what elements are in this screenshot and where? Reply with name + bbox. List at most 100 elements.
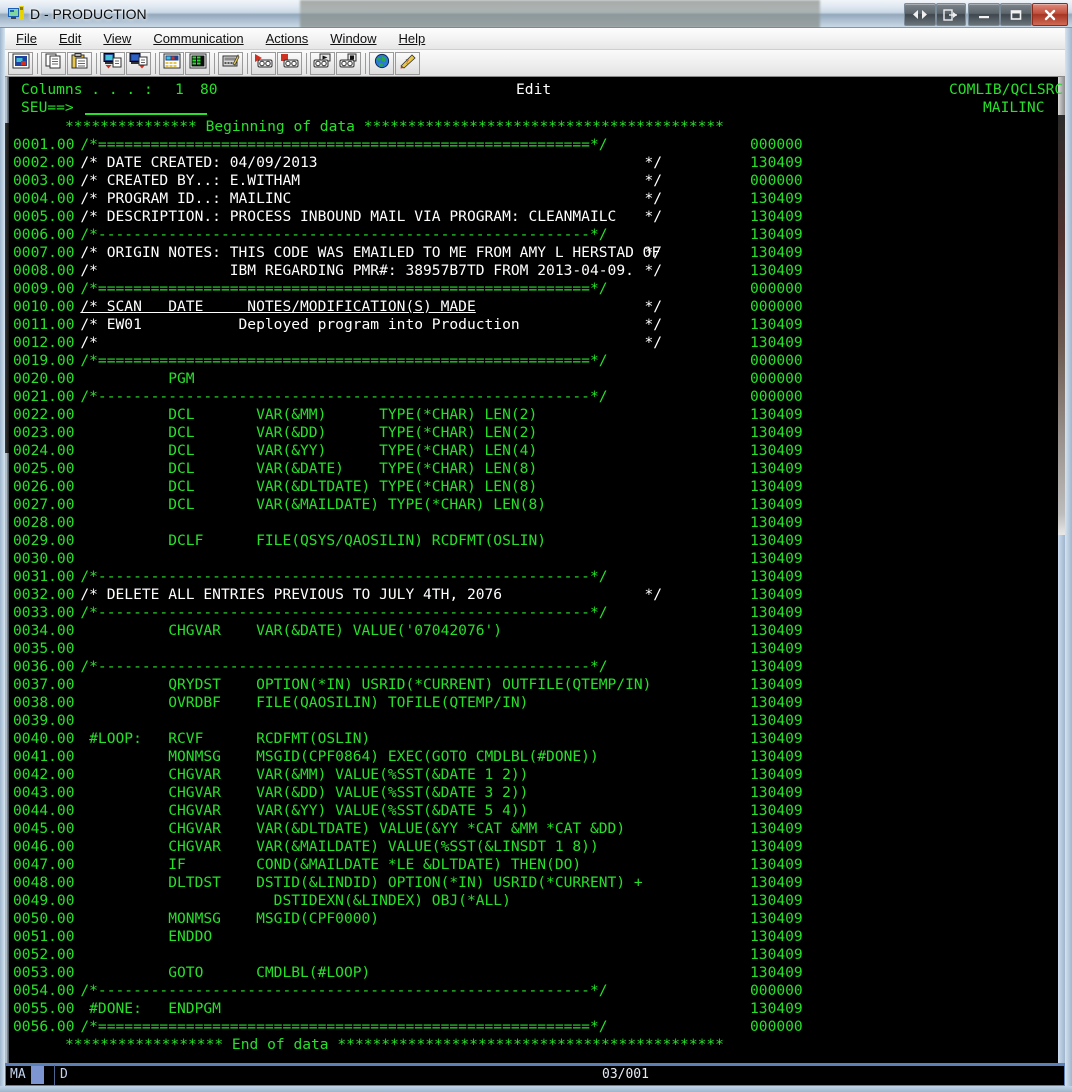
source-line-number[interactable]: 0008.00 <box>13 262 75 280</box>
source-line-number[interactable]: 0042.00 <box>13 766 75 784</box>
receive-file-button[interactable] <box>126 51 151 75</box>
source-line-text[interactable]: /* PROGRAM ID..: MAILINC <box>80 190 291 208</box>
source-line-text[interactable]: /* SCAN DATE NOTES/MODIFICATION(S) MADE <box>80 298 475 316</box>
source-line-text[interactable]: DCLF FILE(QSYS/QAOSILIN) RCDFMT(OSLIN) <box>80 532 546 550</box>
scrollbar-track-lower[interactable] <box>1058 535 1065 1079</box>
menu-communication[interactable]: Communication <box>143 29 253 48</box>
source-line-number[interactable]: 0052.00 <box>13 946 75 964</box>
restore-size-button[interactable] <box>904 3 936 26</box>
source-line-text[interactable]: QRYDST OPTION(*IN) USRID(*CURRENT) OUTFI… <box>80 676 651 694</box>
source-line-text[interactable]: /*======================================… <box>80 136 607 154</box>
source-line-number[interactable]: 0055.00 <box>13 1000 75 1018</box>
source-line-number[interactable]: 0011.00 <box>13 316 75 334</box>
menu-help[interactable]: Help <box>389 29 436 48</box>
source-line-text[interactable]: /* DATE CREATED: 04/09/2013 <box>80 154 317 172</box>
source-line-text[interactable]: ENDDO <box>80 928 212 946</box>
source-line-number[interactable]: 0038.00 <box>13 694 75 712</box>
source-line-number[interactable]: 0043.00 <box>13 784 75 802</box>
source-line-text[interactable]: /*--------------------------------------… <box>80 226 607 244</box>
source-line-text[interactable]: /*--------------------------------------… <box>80 982 607 1000</box>
source-line-number[interactable]: 0029.00 <box>13 532 75 550</box>
source-line-text[interactable]: CHGVAR VAR(&DATE) VALUE('07042076') <box>80 622 502 640</box>
source-line-number[interactable]: 0001.00 <box>13 136 75 154</box>
source-line-text[interactable]: CHGVAR VAR(&DLTDATE) VALUE(&YY *CAT &MM … <box>80 820 625 838</box>
source-line-text[interactable]: /* CREATED BY..: E.WITHAM <box>80 172 300 190</box>
stop-record-macro-button[interactable] <box>277 51 302 75</box>
help-button[interactable]: ? <box>395 51 420 75</box>
source-line-number[interactable]: 0037.00 <box>13 676 75 694</box>
paste-button[interactable] <box>67 51 92 75</box>
source-line-text[interactable]: CHGVAR VAR(&MM) VALUE(%SST(&DATE 1 2)) <box>80 766 528 784</box>
source-line-number[interactable]: 0003.00 <box>13 172 75 190</box>
send-file-button[interactable] <box>100 51 125 75</box>
source-line-number[interactable]: 0022.00 <box>13 406 75 424</box>
source-line-number[interactable]: 0026.00 <box>13 478 75 496</box>
source-line-text[interactable]: /*--------------------------------------… <box>80 568 607 586</box>
source-line-text[interactable]: DCL VAR(&DD) TYPE(*CHAR) LEN(2) <box>80 424 537 442</box>
source-line-number[interactable]: 0007.00 <box>13 244 75 262</box>
source-line-number[interactable]: 0051.00 <box>13 928 75 946</box>
title-bar[interactable]: D - PRODUCTION <box>0 0 1072 28</box>
menu-view[interactable]: View <box>93 29 141 48</box>
source-line-number[interactable]: 0044.00 <box>13 802 75 820</box>
source-line-number[interactable]: 0046.00 <box>13 838 75 856</box>
source-line-number[interactable]: 0056.00 <box>13 1018 75 1036</box>
source-line-text[interactable]: #LOOP: RCVF RCDFMT(OSLIN) <box>80 730 370 748</box>
source-line-text[interactable]: #DONE: ENDPGM <box>80 1000 221 1018</box>
source-line-text[interactable]: /* DESCRIPTION.: PROCESS INBOUND MAIL VI… <box>80 208 616 226</box>
source-line-number[interactable]: 0048.00 <box>13 874 75 892</box>
source-line-number[interactable]: 0041.00 <box>13 748 75 766</box>
source-line-number[interactable]: 0002.00 <box>13 154 75 172</box>
source-line-number[interactable]: 0010.00 <box>13 298 75 316</box>
menu-window[interactable]: Window <box>320 29 386 48</box>
source-line-text[interactable]: DCL VAR(&DLTDATE) TYPE(*CHAR) LEN(8) <box>80 478 537 496</box>
copy-button[interactable] <box>41 51 66 75</box>
maximize-button[interactable] <box>1000 3 1032 26</box>
source-line-number[interactable]: 0024.00 <box>13 442 75 460</box>
source-line-text[interactable]: MONMSG MSGID(CPF0864) EXEC(GOTO CMDLBL(#… <box>80 748 599 766</box>
source-line-text[interactable]: /*--------------------------------------… <box>80 604 607 622</box>
source-line-text[interactable]: CHGVAR VAR(&YY) VALUE(%SST(&DATE 5 4)) <box>80 802 528 820</box>
source-line-text[interactable]: IF COND(&MAILDATE *LE &DLTDATE) THEN(DO) <box>80 856 581 874</box>
source-line-number[interactable]: 0027.00 <box>13 496 75 514</box>
source-line-number[interactable]: 0012.00 <box>13 334 75 352</box>
source-line-text[interactable]: DCL VAR(&DATE) TYPE(*CHAR) LEN(8) <box>80 460 537 478</box>
source-line-number[interactable]: 0025.00 <box>13 460 75 478</box>
data-transfer-button[interactable] <box>185 51 210 75</box>
source-line-number[interactable]: 0034.00 <box>13 622 75 640</box>
source-line-number[interactable]: 0035.00 <box>13 640 75 658</box>
source-line-text[interactable]: /* ORIGIN NOTES: THIS CODE WAS EMAILED T… <box>80 244 660 262</box>
source-line-number[interactable]: 0032.00 <box>13 586 75 604</box>
source-line-number[interactable]: 0021.00 <box>13 388 75 406</box>
source-line-text[interactable]: GOTO CMDLBL(#LOOP) <box>80 964 370 982</box>
internet-button[interactable] <box>369 51 394 75</box>
menu-actions[interactable]: Actions <box>256 29 319 48</box>
menu-file[interactable]: File <box>6 29 47 48</box>
minimize-button[interactable] <box>968 3 1000 26</box>
source-line-text[interactable]: /* <box>80 334 98 352</box>
source-line-number[interactable]: 0028.00 <box>13 514 75 532</box>
source-line-text[interactable]: DCL VAR(&MM) TYPE(*CHAR) LEN(2) <box>80 406 537 424</box>
source-line-number[interactable]: 0053.00 <box>13 964 75 982</box>
source-line-text[interactable]: DSTIDEXN(&LINDEX) OBJ(*ALL) <box>80 892 511 910</box>
source-line-number[interactable]: 0019.00 <box>13 352 75 370</box>
detach-session-button[interactable] <box>936 3 966 26</box>
source-line-text[interactable]: CHGVAR VAR(&DD) VALUE(%SST(&DATE 3 2)) <box>80 784 528 802</box>
source-line-text[interactable]: MONMSG MSGID(CPF0000) <box>80 910 379 928</box>
keypad-button[interactable] <box>159 51 184 75</box>
source-line-text[interactable]: /* DELETE ALL ENTRIES PREVIOUS TO JULY 4… <box>80 586 502 604</box>
source-line-number[interactable]: 0020.00 <box>13 370 75 388</box>
source-line-text[interactable]: /* EW01 Deployed program into Production <box>80 316 519 334</box>
source-line-number[interactable]: 0054.00 <box>13 982 75 1000</box>
source-line-number[interactable]: 0040.00 <box>13 730 75 748</box>
source-line-number[interactable]: 0009.00 <box>13 280 75 298</box>
menu-edit[interactable]: Edit <box>49 29 91 48</box>
source-line-text[interactable]: /*--------------------------------------… <box>80 658 607 676</box>
source-line-text[interactable]: /*======================================… <box>80 280 607 298</box>
source-line-number[interactable]: 0005.00 <box>13 208 75 226</box>
scrollbar-track[interactable] <box>1058 115 1065 535</box>
source-line-number[interactable]: 0050.00 <box>13 910 75 928</box>
stop-macro-button[interactable] <box>336 51 361 75</box>
source-line-number[interactable]: 0030.00 <box>13 550 75 568</box>
close-button[interactable] <box>1032 3 1068 26</box>
